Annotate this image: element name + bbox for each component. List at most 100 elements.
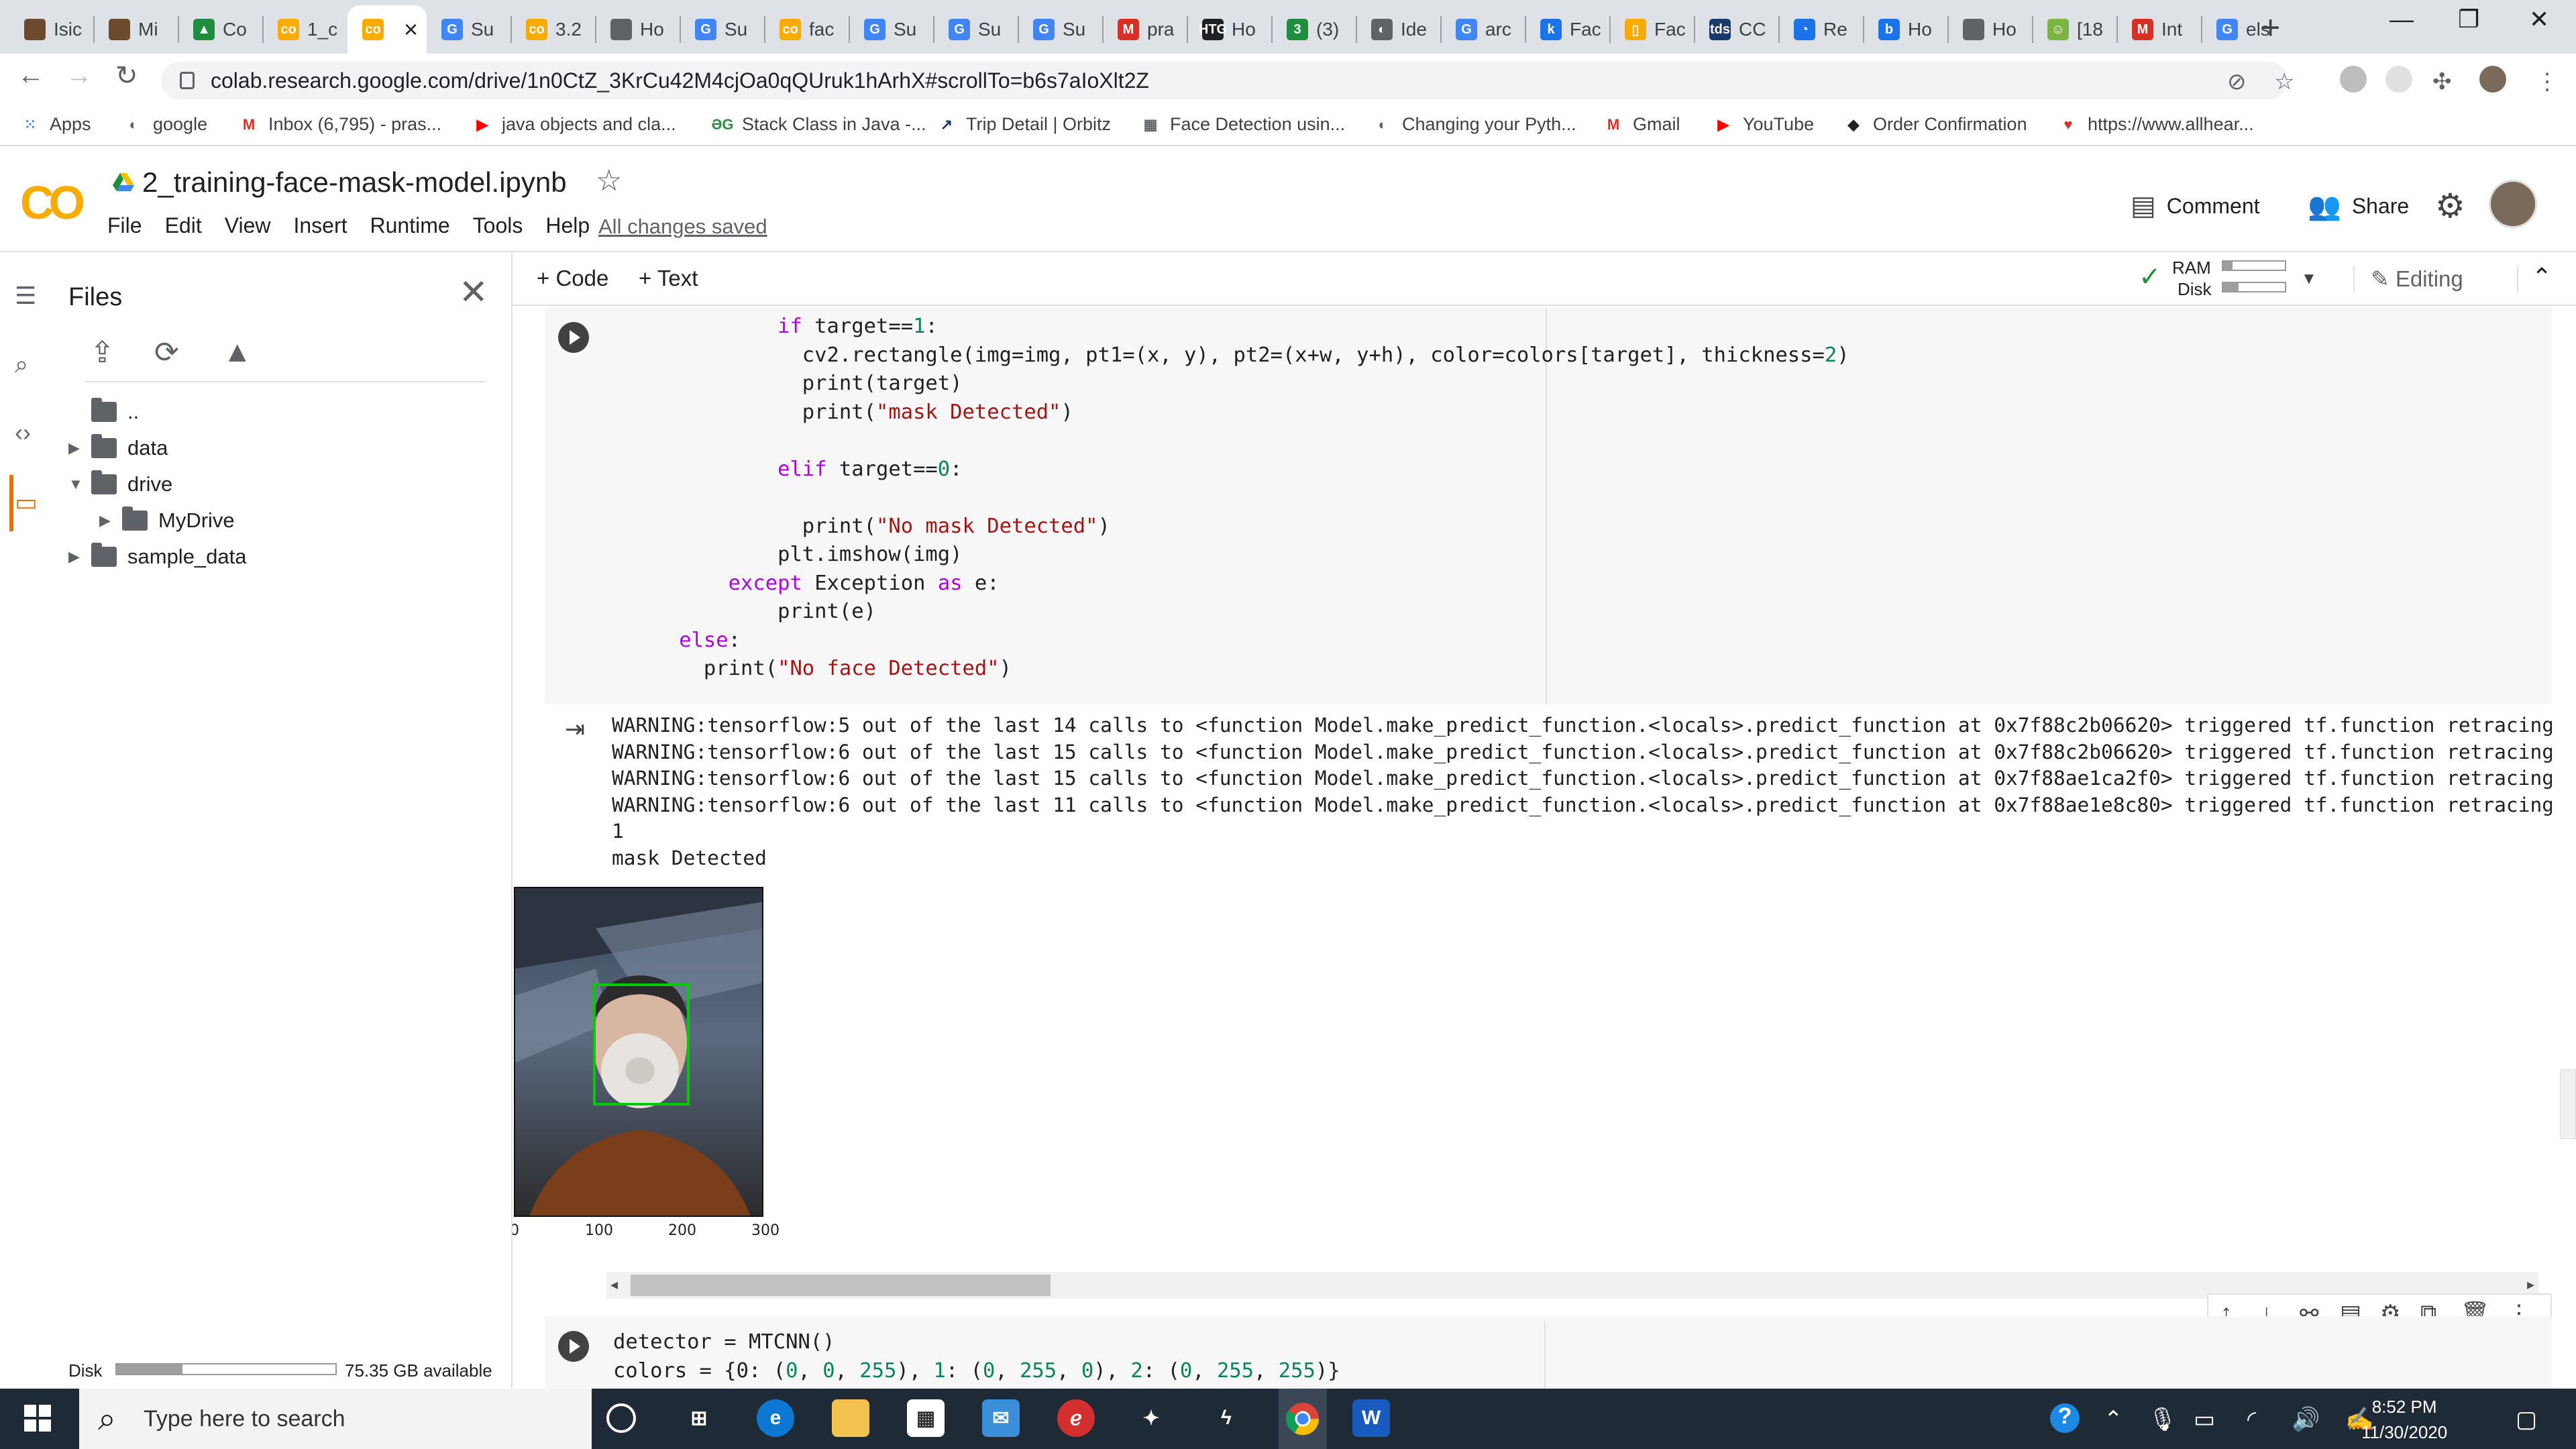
bookmark-item[interactable]: M Inbox (6,795) - pras... xyxy=(239,114,441,135)
maximize-button[interactable]: ❐ xyxy=(2458,5,2479,34)
bookmark-item[interactable]: ▶ java objects and cla... xyxy=(472,114,676,135)
browser-tab[interactable]: tds CC xyxy=(1695,5,1779,54)
browser-tab[interactable]: co 1_c xyxy=(263,5,347,54)
browser-tab[interactable]: ☺ [18 xyxy=(2033,5,2117,54)
search-icon[interactable]: ⌕ xyxy=(15,350,28,379)
minimize-button[interactable]: — xyxy=(2390,5,2414,34)
vertical-scrollbar[interactable] xyxy=(2560,1069,2576,1139)
refresh-folder-icon[interactable]: ⟳ xyxy=(154,335,179,370)
chevron-down-icon[interactable]: ▼ xyxy=(68,476,91,493)
upload-icon[interactable]: ⇪ xyxy=(90,335,115,370)
browser-tab[interactable]: G Su xyxy=(849,5,934,54)
menu-view[interactable]: View xyxy=(225,213,271,238)
notification-icon[interactable]: ▢ xyxy=(2516,1406,2537,1433)
mount-drive-icon[interactable]: ▲ xyxy=(223,335,252,369)
add-text-button[interactable]: + Text xyxy=(639,266,698,291)
bookmark-item[interactable]: ⁙ Apps xyxy=(20,114,91,135)
file-tree-item[interactable]: ▶ data xyxy=(68,434,168,460)
star-icon[interactable]: ☆ xyxy=(596,164,622,198)
menu-help[interactable]: Help xyxy=(545,213,590,238)
run-cell-button[interactable] xyxy=(558,322,589,353)
battery-icon[interactable]: ▭ xyxy=(2194,1406,2215,1433)
browser-tab[interactable]: G Su xyxy=(427,5,511,54)
code-cell-1-source[interactable]: if target==1: cv2.rectangle(img=img, pt1… xyxy=(605,313,1849,684)
browser-tab[interactable]: co fac xyxy=(765,5,849,54)
notebook-title[interactable]: 2_training-face-mask-model.ipynb xyxy=(113,166,567,199)
reload-icon[interactable]: ↻ xyxy=(115,60,138,91)
bookmark-item[interactable]: ◐ Changing your Pyth... xyxy=(1373,114,1576,135)
comment-button[interactable]: ▤ Comment xyxy=(2131,191,2260,221)
task-view-icon[interactable]: ⊞ xyxy=(680,1399,718,1437)
scrollbar-thumb[interactable] xyxy=(631,1275,1051,1296)
save-status-link[interactable]: All changes saved xyxy=(598,215,767,239)
eye-off-icon[interactable]: ⊘ xyxy=(2227,68,2247,95)
bookmark-star-icon[interactable]: ☆ xyxy=(2274,68,2294,95)
expressvpn-icon[interactable]: ℯ xyxy=(1057,1399,1095,1437)
wifi-icon[interactable]: ◜ xyxy=(2247,1406,2256,1433)
browser-tab[interactable]: Ho xyxy=(596,5,680,54)
bookmark-item[interactable]: ƏG Stack Class in Java -... xyxy=(711,114,926,135)
browser-tab[interactable]: k Fac xyxy=(1525,5,1610,54)
chevron-right-icon[interactable]: ▶ xyxy=(68,548,91,566)
browser-tab[interactable]: ▲ Co xyxy=(178,5,263,54)
browser-tab[interactable]: Mi xyxy=(94,5,178,54)
table-of-contents-icon[interactable]: ☰ xyxy=(15,282,36,310)
edge-icon[interactable]: e xyxy=(757,1399,794,1437)
menu-edit[interactable]: Edit xyxy=(165,213,202,238)
microphone-icon[interactable]: 🎙 xyxy=(2148,1406,2177,1433)
resources-dropdown-icon[interactable]: ▼ xyxy=(2301,270,2317,288)
add-code-button[interactable]: + Code xyxy=(537,266,608,291)
output-icon[interactable]: ⇥ xyxy=(565,715,585,743)
kebab-menu-icon[interactable]: ⋮ xyxy=(2536,68,2559,95)
browser-tab[interactable]: Ho xyxy=(1948,5,2033,54)
browser-tab[interactable]: Isic xyxy=(9,5,94,54)
share-button[interactable]: 👥 Share xyxy=(2308,191,2409,222)
help-icon[interactable]: ? xyxy=(2050,1403,2080,1433)
volume-icon[interactable]: 🔊 xyxy=(2292,1406,2320,1433)
browser-tab[interactable]: 3 (3) xyxy=(1272,5,1356,54)
address-bar[interactable]: colab.research.google.com/drive/1n0CtZ_3… xyxy=(161,62,2288,99)
scroll-left-icon[interactable]: ◂ xyxy=(610,1276,618,1293)
back-icon[interactable]: ← xyxy=(17,60,44,91)
browser-tab[interactable]: G Su xyxy=(1018,5,1103,54)
bookmark-item[interactable]: ♥ https://www.allhear... xyxy=(2058,114,2253,135)
menu-file[interactable]: File xyxy=(107,213,142,238)
browser-tab[interactable]: ▯ Fac xyxy=(1610,5,1695,54)
browser-tab[interactable]: b Ho xyxy=(1864,5,1948,54)
code-snippets-icon[interactable]: ‹› xyxy=(15,419,31,447)
menu-tools[interactable]: Tools xyxy=(473,213,523,238)
browser-tab-active[interactable]: co × xyxy=(347,5,427,54)
browser-tab[interactable]: HTG Ho xyxy=(1187,5,1272,54)
extension-icon[interactable] xyxy=(2340,66,2367,93)
chrome-taskbar-active[interactable] xyxy=(1279,1389,1327,1449)
file-explorer-icon[interactable] xyxy=(832,1399,869,1437)
file-tree-item[interactable]: ▶ sample_data xyxy=(68,543,247,569)
browser-tab[interactable]: G Su xyxy=(680,5,765,54)
new-tab-button[interactable]: + xyxy=(2261,8,2280,47)
bookmark-item[interactable]: ◐ google xyxy=(123,114,207,135)
browser-tab[interactable]: co 3.2 xyxy=(511,5,596,54)
mail-icon[interactable]: ✉ xyxy=(982,1399,1020,1437)
file-tree-item[interactable]: ▶ MyDrive xyxy=(99,506,235,533)
file-tree-item[interactable]: .. xyxy=(68,398,139,424)
notebook-title-text[interactable]: 2_training-face-mask-model.ipynb xyxy=(142,166,567,199)
menu-runtime[interactable]: Runtime xyxy=(370,213,450,238)
cortana-icon[interactable] xyxy=(606,1403,636,1433)
code-cell-2-source[interactable]: detector = MTCNN() colors = {0: (0, 0, 25… xyxy=(613,1328,1340,1385)
colab-logo[interactable]: CO xyxy=(20,176,85,229)
user-avatar[interactable] xyxy=(2489,180,2537,228)
browser-tab[interactable]: M Int xyxy=(2117,5,2202,54)
browser-tab[interactable]: Mpra xyxy=(1103,5,1187,54)
editing-button[interactable]: ✎ Editing xyxy=(2371,266,2463,292)
bookmark-item[interactable]: ◆ Order Confirmation xyxy=(1843,114,2027,135)
forward-icon[interactable]: → xyxy=(66,60,93,91)
extension-icon-2[interactable] xyxy=(2385,66,2412,93)
chevron-right-icon[interactable]: ▶ xyxy=(99,512,122,529)
sublime-icon[interactable]: ϟ xyxy=(1208,1399,1245,1437)
bookmark-item[interactable]: ▦ Face Detection usin... xyxy=(1140,114,1346,135)
dropbox-icon[interactable]: ✦ xyxy=(1132,1399,1170,1437)
bookmark-item[interactable]: ↗ Trip Detail | Orbitz xyxy=(936,114,1111,135)
collapse-chevron-icon[interactable]: ⌃ xyxy=(2532,263,2552,291)
folder-icon[interactable]: ▭ xyxy=(15,488,38,517)
taskbar-search-box[interactable]: ⌕ Type here to search xyxy=(79,1389,592,1449)
